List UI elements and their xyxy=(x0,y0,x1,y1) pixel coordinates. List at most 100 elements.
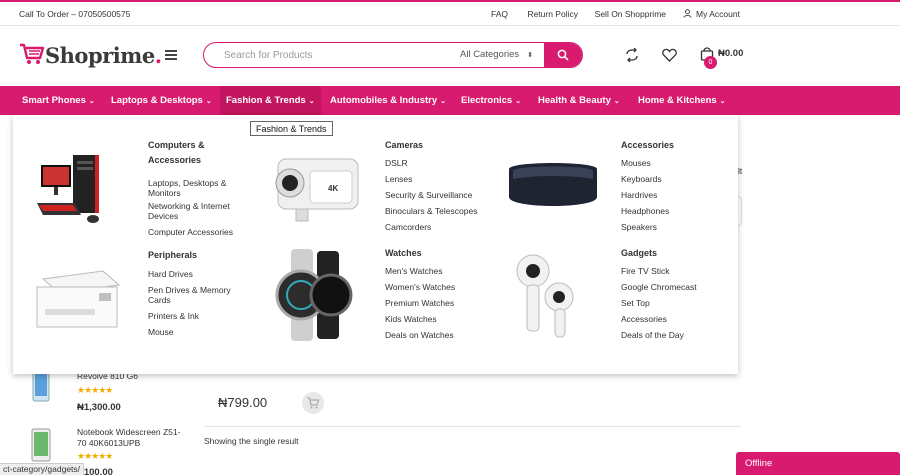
menu-link[interactable]: Networking & Internet Devices xyxy=(148,201,248,221)
logo[interactable]: Shoprime. xyxy=(19,42,162,72)
nav-label: Automobiles & Industry xyxy=(330,95,438,106)
menu-column-peripherals: Peripherals Hard Drives Pen Drives & Mem… xyxy=(148,248,248,340)
hamburger-menu-icon[interactable] xyxy=(165,50,177,60)
wishlist-heart-icon[interactable] xyxy=(662,48,677,62)
menu-link[interactable]: Deals of the Day xyxy=(621,327,721,343)
menu-link[interactable]: Keyboards xyxy=(621,171,721,187)
product-price: ₦1,300.00 xyxy=(77,402,121,413)
sell-link[interactable]: Sell On Shopprime xyxy=(595,9,666,19)
add-to-cart-button[interactable] xyxy=(302,392,324,414)
menu-link[interactable]: Hardrives xyxy=(621,187,721,203)
nav-label: Smart Phones xyxy=(22,95,86,106)
printer-image[interactable] xyxy=(33,269,123,331)
search-button[interactable] xyxy=(544,43,582,67)
brand-dot: . xyxy=(154,43,162,68)
menu-link[interactable]: Premium Watches xyxy=(385,295,495,311)
menu-link[interactable]: Deals on Watches xyxy=(385,327,495,343)
rating-stars: ★★★★★ xyxy=(77,451,113,461)
chevron-down-icon: ⌄ xyxy=(308,98,315,105)
menu-column-gadgets: Gadgets Fire TV Stick Google Chromecast … xyxy=(621,246,721,343)
menu-link[interactable]: Printers & Ink xyxy=(148,308,248,324)
category-select[interactable]: All Categories ⬍ xyxy=(460,49,533,60)
phone-thumbnail[interactable] xyxy=(31,428,51,462)
menu-column-cameras: Cameras DSLR Lenses Security & Surveilla… xyxy=(385,138,495,235)
menu-link[interactable]: Speakers xyxy=(621,219,721,235)
nav-tooltip: Fashion & Trends xyxy=(250,121,333,136)
menu-link[interactable]: Hard Drives xyxy=(148,266,248,282)
nav-automobiles-industry[interactable]: Automobiles & Industry ⌄ xyxy=(324,86,452,115)
menu-link[interactable]: Lenses xyxy=(385,171,495,187)
menu-heading[interactable]: Computers & Accessories xyxy=(148,138,248,168)
menu-link[interactable]: Women's Watches xyxy=(385,279,495,295)
menu-link[interactable]: Camcorders xyxy=(385,219,495,235)
cart-count-badge: 0 xyxy=(704,56,717,69)
mega-menu: 4K Computers & Accessories Laptops, Desk… xyxy=(13,115,738,374)
nav-health-beauty[interactable]: Health & Beauty ⌄ xyxy=(532,86,626,115)
smartwatch-image[interactable] xyxy=(273,249,353,341)
cart-logo-icon xyxy=(20,43,45,64)
mini-cart[interactable]: 0 ₦0.00 xyxy=(700,46,743,69)
menu-link[interactable]: Fire TV Stick xyxy=(621,263,721,279)
desktop-computer-image[interactable] xyxy=(35,151,113,227)
chevron-down-icon: ⌄ xyxy=(613,98,620,105)
menu-link[interactable]: Kids Watches xyxy=(385,311,495,327)
menu-link[interactable]: Set Top xyxy=(621,295,721,311)
nav-label: Home & Kitchens xyxy=(638,95,717,106)
menu-link[interactable]: Headphones xyxy=(621,203,721,219)
brand-part-2: p xyxy=(87,43,103,68)
my-account-label: My Account xyxy=(696,9,740,19)
menu-link[interactable]: Men's Watches xyxy=(385,263,495,279)
cart-icon xyxy=(307,397,319,409)
menu-link[interactable]: Mouses xyxy=(621,155,721,171)
vr-headset-image[interactable] xyxy=(503,161,603,211)
chevron-down-icon: ⌄ xyxy=(88,98,95,105)
menu-link[interactable]: Laptops, Desktops & Monitors xyxy=(148,178,248,198)
menu-link[interactable]: Computer Accessories xyxy=(148,224,248,240)
menu-link[interactable]: Mouse xyxy=(148,324,248,340)
menu-heading[interactable]: Watches xyxy=(385,246,495,261)
search-bar: All Categories ⬍ xyxy=(203,42,583,68)
menu-column-accessories: Accessories Mouses Keyboards Hardrives H… xyxy=(621,138,721,235)
brand-part-1: Sho xyxy=(45,43,88,68)
menu-link[interactable]: Accessories xyxy=(621,311,721,327)
product-title[interactable]: Notebook Widescreen Z51-70 40K6013UPB xyxy=(77,427,187,449)
action-camera-image[interactable]: 4K xyxy=(270,151,362,225)
nav-laptops-desktops[interactable]: Laptops & Desktops ⌄ xyxy=(105,86,218,115)
nav-electronics[interactable]: Electronics ⌄ xyxy=(455,86,527,115)
main-navigation: Smart Phones ⌄ Laptops & Desktops ⌄ Fashio… xyxy=(0,86,900,115)
menu-link[interactable]: Security & Surveillance xyxy=(385,187,495,203)
menu-heading[interactable]: Accessories xyxy=(621,138,721,153)
divider xyxy=(204,426,741,427)
menu-link[interactable]: DSLR xyxy=(385,155,495,171)
menu-column-watches: Watches Men's Watches Women's Watches Pr… xyxy=(385,246,495,343)
menu-heading[interactable]: Gadgets xyxy=(621,246,721,261)
search-input[interactable] xyxy=(204,43,454,67)
nav-smart-phones[interactable]: Smart Phones ⌄ xyxy=(16,86,101,115)
nav-label: Health & Beauty xyxy=(538,95,611,106)
menu-heading[interactable]: Peripherals xyxy=(148,248,248,263)
chat-offline-widget[interactable]: Offline xyxy=(736,452,900,475)
select-arrows-icon: ⬍ xyxy=(527,52,534,59)
nav-fashion-trends[interactable]: Fashion & Trends ⌄ xyxy=(220,86,321,115)
brand-part-3: rime xyxy=(102,43,155,68)
phone-thumbnail[interactable] xyxy=(32,370,50,402)
compare-icon[interactable] xyxy=(625,48,639,62)
menu-link[interactable]: Google Chromecast xyxy=(621,279,721,295)
search-icon xyxy=(557,49,569,61)
chevron-down-icon: ⌄ xyxy=(719,98,726,105)
nav-home-kitchens[interactable]: Home & Kitchens ⌄ xyxy=(632,86,732,115)
menu-link[interactable]: Pen Drives & Memory Cards xyxy=(148,285,248,305)
chevron-down-icon: ⌄ xyxy=(205,98,212,105)
menu-heading[interactable]: Cameras xyxy=(385,138,495,153)
faq-link[interactable]: FAQ xyxy=(491,9,508,19)
svg-text:4K: 4K xyxy=(328,184,338,193)
vr-camera-image[interactable] xyxy=(513,249,583,341)
user-icon xyxy=(683,9,692,18)
browser-status-url: ct-category/gadgets/ xyxy=(0,463,85,475)
result-count-fragment: lt xyxy=(738,166,743,176)
nav-label: Laptops & Desktops xyxy=(111,95,203,106)
call-to-order: Call To Order – 07050500575 xyxy=(19,9,131,19)
menu-link[interactable]: Binoculars & Telescopes xyxy=(385,203,495,219)
return-policy-link[interactable]: Return Policy xyxy=(527,9,578,19)
menu-column-computers: Computers & Accessories Laptops, Desktop… xyxy=(148,138,248,240)
